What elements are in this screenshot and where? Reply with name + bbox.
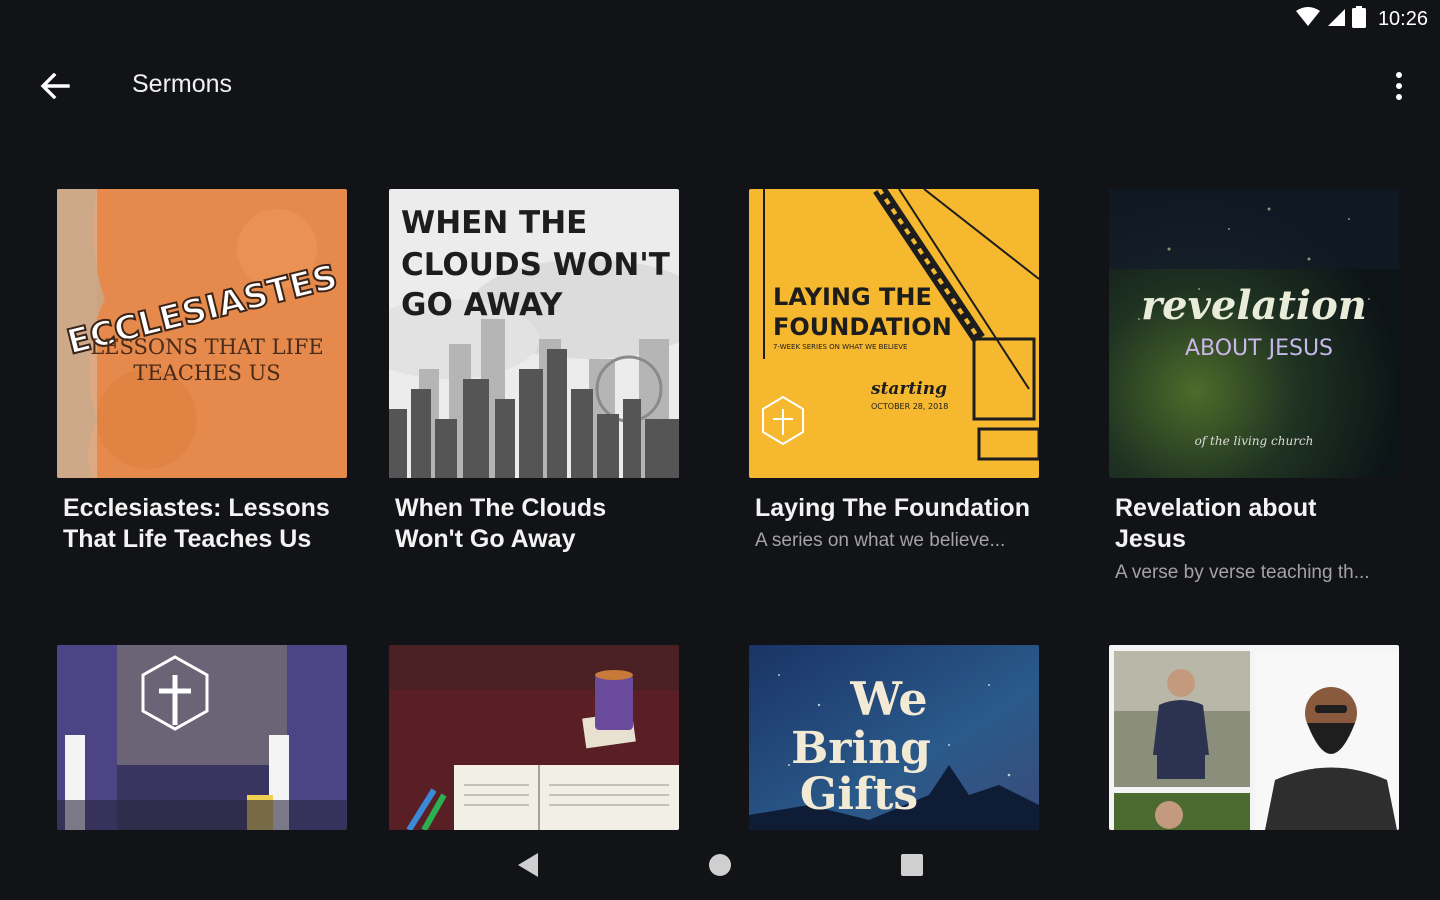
- page-title: Sermons: [132, 70, 233, 98]
- nav-recents-button[interactable]: [892, 848, 932, 882]
- series-title-line2: Jesus: [1115, 525, 1186, 553]
- series-title: Laying The Foundation: [755, 494, 1030, 522]
- artwork-tagline: 7-WEEK SERIES ON WHAT WE BELIEVE: [773, 343, 907, 351]
- status-time: 10:26: [1377, 7, 1428, 30]
- series-artwork: WHEN THE CLOUDS WON'T GO AWAY: [389, 189, 679, 478]
- series-card-foundation[interactable]: LAYING THE FOUNDATION 7-WEEK SERIES ON W…: [749, 189, 1039, 569]
- series-artwork: [389, 645, 679, 830]
- battery-icon: [1351, 5, 1366, 33]
- series-card[interactable]: [1109, 645, 1399, 830]
- series-card-revelation[interactable]: revelation ABOUT JESUS of the living chu…: [1109, 189, 1399, 589]
- app-screen: 10:26 Sermons ECCLESIASTES LESSONS THAT …: [0, 0, 1440, 900]
- artwork-line2: ABOUT JESUS: [1185, 336, 1333, 361]
- artwork-line2: Bring: [791, 723, 931, 774]
- artwork-caption: of the living church: [1195, 434, 1314, 448]
- series-artwork: revelation ABOUT JESUS of the living chu…: [1109, 189, 1399, 478]
- artwork-date: OCTOBER 28, 2018: [871, 402, 948, 411]
- artwork-line3: Gifts: [800, 769, 918, 820]
- series-artwork: [57, 645, 347, 830]
- series-title: When The Clouds Won't Go Away: [395, 493, 685, 555]
- nav-back-button[interactable]: [508, 848, 548, 882]
- artwork-line1: We: [849, 672, 927, 726]
- series-card-clouds[interactable]: WHEN THE CLOUDS WON'T GO AWAY When The C…: [389, 189, 679, 569]
- series-card[interactable]: [389, 645, 679, 830]
- artwork-line3: GO AWAY: [401, 287, 563, 323]
- artwork-line2: FOUNDATION: [773, 313, 952, 341]
- more-vert-icon: [1396, 72, 1402, 100]
- artwork-line1: LAYING THE: [773, 283, 932, 311]
- nav-back-icon: [518, 853, 538, 877]
- app-bar: Sermons: [0, 38, 1440, 134]
- arrow-back-icon: [40, 73, 70, 99]
- series-title-line2: Won't Go Away: [395, 525, 576, 553]
- artwork-line1: WHEN THE: [401, 205, 587, 241]
- artwork-starting: starting: [870, 379, 947, 399]
- series-card-we-bring-gifts[interactable]: We Bring Gifts: [749, 645, 1039, 830]
- series-artwork: LAYING THE FOUNDATION 7-WEEK SERIES ON W…: [749, 189, 1039, 478]
- series-subtitle: A verse by verse teaching th...: [1115, 562, 1370, 583]
- artwork-subtitle-line2: TEACHES US: [133, 361, 280, 385]
- more-options-button[interactable]: [1384, 64, 1414, 108]
- artwork-subtitle-line1: LESSONS THAT LIFE: [90, 335, 324, 359]
- back-button[interactable]: [30, 66, 80, 106]
- system-nav-bar: [0, 830, 1440, 900]
- series-artwork: ECCLESIASTES LESSONS THAT LIFE TEACHES U…: [57, 189, 347, 478]
- nav-home-button[interactable]: [700, 848, 740, 882]
- series-card-ecclesiastes[interactable]: ECCLESIASTES LESSONS THAT LIFE TEACHES U…: [57, 189, 347, 569]
- artwork-line2: CLOUDS WON'T: [401, 247, 670, 283]
- status-icons: 10:26: [1295, 5, 1428, 33]
- wifi-icon: [1295, 6, 1320, 32]
- series-title: Revelation about Jesus: [1115, 493, 1405, 555]
- series-subtitle: A series on what we believe...: [755, 530, 1006, 551]
- nav-home-icon: [709, 854, 731, 876]
- series-artwork: [1109, 645, 1399, 830]
- series-title-line2: That Life Teaches Us: [63, 525, 312, 553]
- series-card[interactable]: [57, 645, 347, 830]
- artwork-script: revelation: [1141, 282, 1367, 329]
- series-title: Ecclesiastes: Lessons That Life Teaches …: [63, 493, 353, 555]
- status-bar: 10:26: [0, 0, 1440, 38]
- cell-signal-icon: [1326, 7, 1346, 32]
- series-title-line1: When The Clouds: [395, 494, 607, 522]
- series-title-line1: Ecclesiastes: Lessons: [63, 494, 330, 522]
- series-title-line1: Revelation about: [1115, 494, 1317, 522]
- nav-recents-icon: [901, 854, 923, 876]
- series-artwork: We Bring Gifts: [749, 645, 1039, 830]
